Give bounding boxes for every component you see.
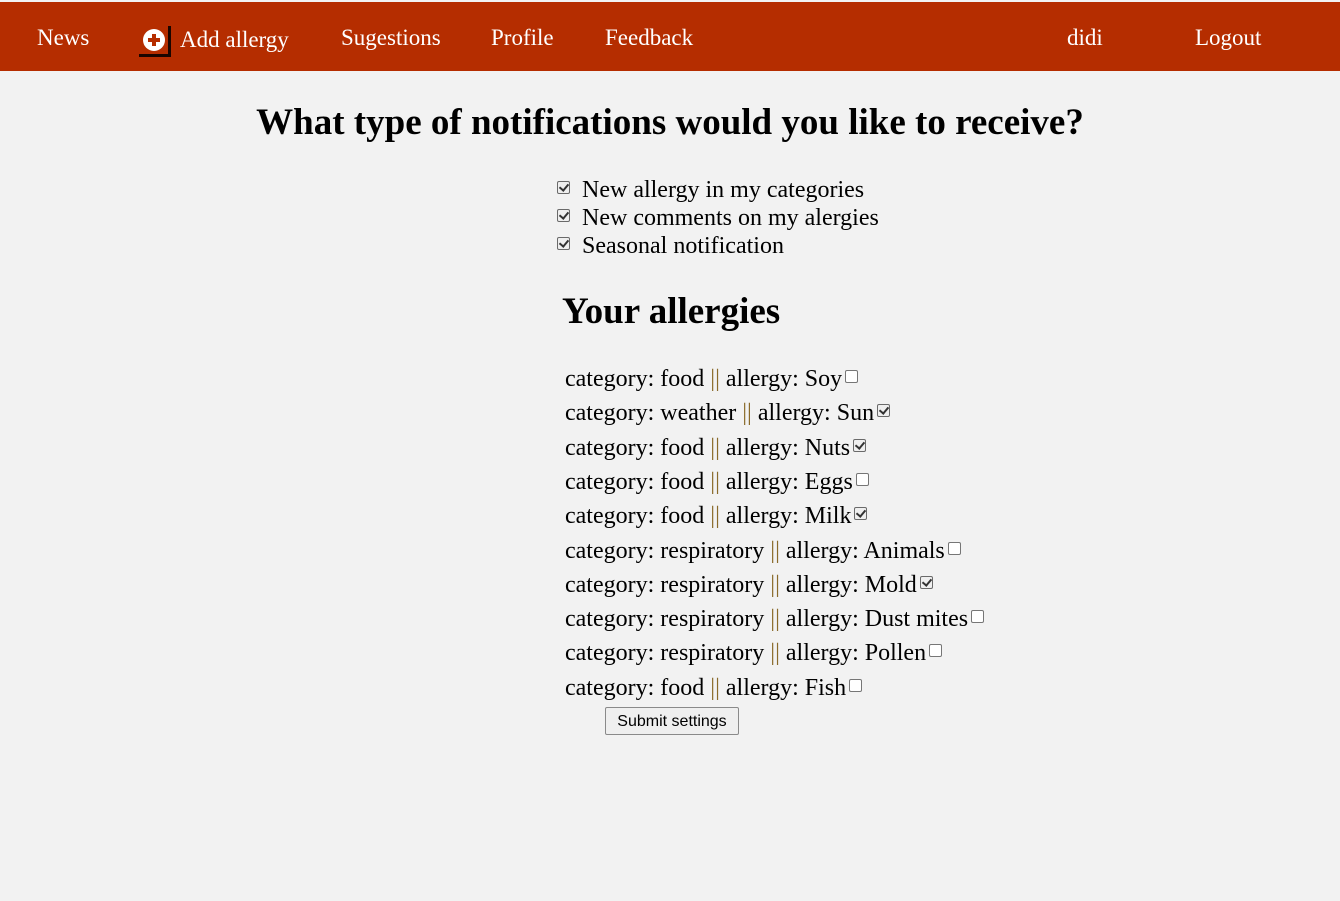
allergy-category: weather [660,400,737,426]
allergy-category-prefix: category: [565,400,655,426]
allergy-row: category: weather || allergy: Sun [565,398,891,428]
allergy-row: category: food || allergy: Soy [565,364,859,394]
allergy-name-prefix: allergy: [725,366,799,392]
nav-add-allergy-label: Add allergy [180,27,289,52]
submit-settings-button[interactable]: Submit settings [605,707,739,735]
allergy-separator: || [710,435,720,461]
allergy-category: food [660,469,705,495]
notification-option-label: New comments on my alergies [582,205,879,231]
allergy-category-prefix: category: [565,572,655,598]
allergy-checkbox[interactable] [919,575,933,589]
allergy-separator: || [770,572,780,598]
add-icon-frame [139,26,171,57]
notification-checkbox[interactable] [557,237,570,250]
allergy-name: Pollen [864,640,927,666]
allergy-category: respiratory [660,572,765,598]
allergy-name-prefix: allergy: [725,675,799,701]
allergy-checkbox[interactable] [877,403,891,417]
allergy-row: category: food || allergy: Fish [565,673,863,703]
allergy-category-prefix: category: [565,469,655,495]
nav-feedback-link[interactable]: Feedback [605,24,693,52]
allergy-name-prefix: allergy: [725,435,799,461]
allergies-title: Your allergies [562,291,781,332]
nav-news-link[interactable]: News [37,24,89,52]
allergy-row: category: respiratory || allergy: Mold [565,570,933,600]
allergy-category-prefix: category: [565,503,655,529]
allergy-name-prefix: allergy: [785,572,859,598]
allergy-separator: || [770,640,780,666]
allergy-name: Fish [804,675,847,701]
allergy-name-prefix: allergy: [725,469,799,495]
allergy-category: food [660,366,705,392]
allergy-checkbox[interactable] [855,472,869,486]
allergy-name: Mold [864,572,917,598]
nav-suggestions-link[interactable]: Sugestions [341,24,441,52]
notification-option-label: Seasonal notification [582,233,784,259]
allergy-checkbox[interactable] [947,541,961,555]
allergy-name: Dust mites [864,606,969,632]
allergy-category-prefix: category: [565,366,655,392]
allergy-category-prefix: category: [565,606,655,632]
allergy-checkbox[interactable] [929,643,943,657]
allergy-name-prefix: allergy: [785,538,859,564]
notifications-heading: What type of notifications would you lik… [256,102,1084,143]
allergy-category: food [660,675,705,701]
allergy-row: category: respiratory || allergy: Animal… [565,536,961,566]
allergy-separator: || [710,366,720,392]
plus-circle-icon [143,29,165,51]
allergy-separator: || [770,538,780,564]
allergy-separator: || [710,675,720,701]
allergy-row: category: food || allergy: Eggs [565,467,869,497]
allergy-category-prefix: category: [565,538,655,564]
allergy-name: Soy [804,366,843,392]
notification-checkbox[interactable] [557,209,570,222]
allergy-separator: || [742,400,752,426]
allergy-name-prefix: allergy: [725,503,799,529]
allergy-name: Sun [836,400,875,426]
allergy-name: Animals [863,538,945,564]
allergy-name-prefix: allergy: [757,400,831,426]
nav-logout-link[interactable]: Logout [1195,24,1261,52]
allergy-row: category: respiratory || allergy: Dust m… [565,604,985,634]
allergy-name: Milk [804,503,852,529]
allergy-name: Eggs [804,469,853,495]
notification-checkbox[interactable] [557,181,570,194]
allergy-category: respiratory [660,606,765,632]
allergy-checkbox[interactable] [854,506,868,520]
allergy-checkbox[interactable] [845,369,859,383]
nav-profile-link[interactable]: Profile [491,24,554,52]
allergy-category: food [660,435,705,461]
allergy-row: category: food || allergy: Milk [565,501,868,531]
allergy-category-prefix: category: [565,435,655,461]
allergy-row: category: food || allergy: Nuts [565,433,867,463]
allergy-separator: || [710,503,720,529]
allergy-name-prefix: allergy: [785,606,859,632]
nav-username[interactable]: didi [1067,24,1103,52]
allergy-row: category: respiratory || allergy: Pollen [565,638,943,668]
notification-option-label: New allergy in my categories [582,177,865,203]
navbar: News Add allergy Sugestions Profile Feed… [0,2,1340,71]
allergy-checkbox[interactable] [971,609,985,623]
allergy-checkbox[interactable] [849,678,863,692]
allergy-name-prefix: allergy: [785,640,859,666]
allergy-category-prefix: category: [565,675,655,701]
allergy-name: Nuts [804,435,851,461]
allergy-category: food [660,503,705,529]
allergy-separator: || [770,606,780,632]
allergy-category: respiratory [660,640,765,666]
allergy-checkbox[interactable] [853,438,867,452]
allergy-category: respiratory [660,538,765,564]
allergy-category-prefix: category: [565,640,655,666]
allergy-separator: || [710,469,720,495]
